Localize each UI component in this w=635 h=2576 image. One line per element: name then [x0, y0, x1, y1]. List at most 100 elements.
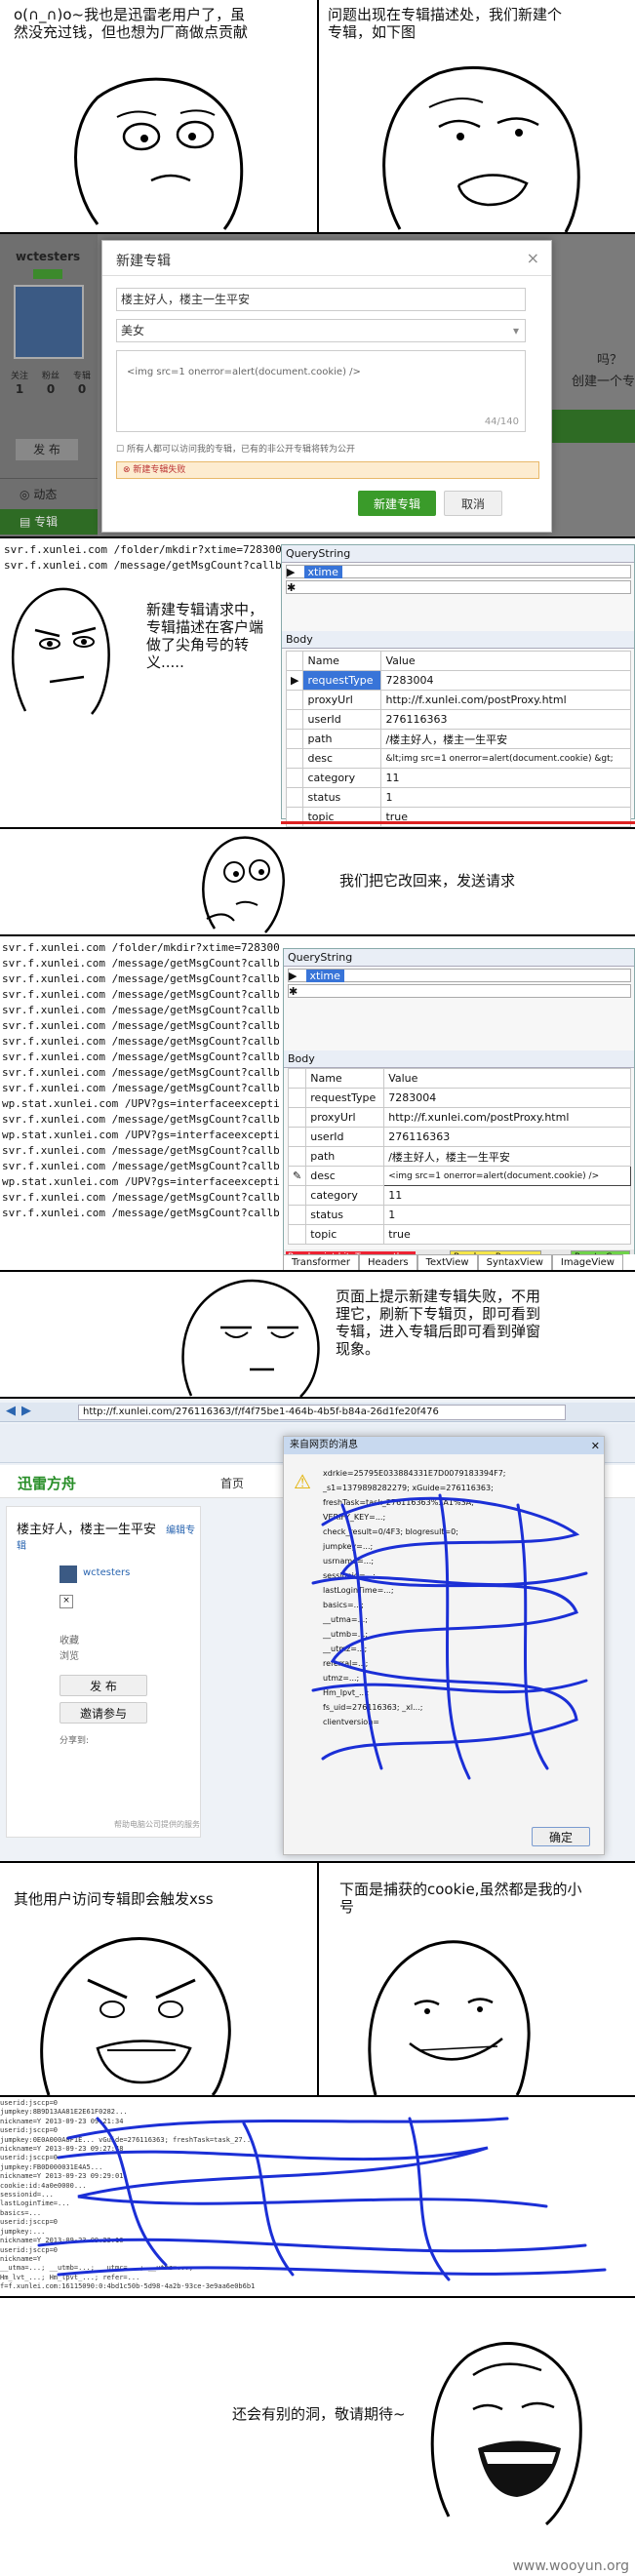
stat-count-fans: 0 [46, 382, 56, 396]
dialog-title: 新建专辑 [116, 254, 171, 269]
tab-transformer[interactable]: Transformer [283, 1254, 360, 1270]
table-row: status 1 [285, 787, 631, 808]
query-name-xtime[interactable]: xtime [303, 566, 342, 578]
panel9-caption: 还会有别的洞，敬请期待~ [232, 2405, 406, 2423]
address-input[interactable]: http://f.xunlei.com/276116363/f/f4f75be1… [78, 1405, 566, 1420]
nav-albums[interactable]: ▤ 专辑 [0, 509, 98, 535]
session-row[interactable]: svr.f.xunlei.com /folder/mkdir?xtime=728… [2, 940, 279, 956]
nav-activity[interactable]: ◎ 动态 [20, 486, 57, 502]
tab-textview[interactable]: TextView [417, 1254, 478, 1270]
rage-face-skeptical [11, 587, 110, 715]
invite-button[interactable]: 邀请参与 [60, 1702, 147, 1724]
rage-face-bored [181, 1279, 320, 1397]
alert-ok-button[interactable]: 确定 [532, 1827, 590, 1846]
session-row[interactable]: svr.f.xunlei.com /message/getMsgCount?ca… [2, 1050, 279, 1065]
tab-imageview[interactable]: ImageView [551, 1254, 623, 1270]
table-row: ▶ requestType 7283004 [285, 670, 631, 691]
publish-button[interactable]: 发 布 [16, 439, 78, 460]
stat-label-fans: 粉丝 [41, 372, 60, 381]
album-desc-textarea[interactable]: <img src=1 onerror=alert(document.cookie… [116, 350, 526, 432]
nav-home[interactable]: 首页 [220, 1475, 244, 1491]
profile-username[interactable]: wctesters [16, 250, 80, 263]
panel6-caption: 页面上提示新建专辑失败，不用理它，刷新下专辑页，即可看到专辑，进入专辑后即可看到… [336, 1288, 541, 1358]
session-row[interactable]: svr.f.xunlei.com /message/getMsgCount?ca… [2, 1190, 279, 1206]
rage-face-angry [40, 1937, 231, 2095]
panel4-caption: 我们把它改回来，发送请求 [339, 872, 516, 890]
session-row[interactable]: svr.f.xunlei.com /message/getMsgCount?ca… [2, 1143, 279, 1159]
error-bar: ⊗ 新建专辑失败 [116, 461, 539, 479]
table-row: status 1 [287, 1205, 631, 1225]
stat-count-follow: 1 [15, 382, 24, 396]
table-row: path/楼主好人，楼主一生平安 [285, 729, 631, 749]
comic-panel-4: 我们把它改回来，发送请求 [0, 827, 635, 934]
stat-count-albums: 0 [77, 382, 87, 396]
cancel-button[interactable]: 取消 [444, 491, 502, 516]
session-row[interactable]: svr.f.xunlei.com /message/getMsgCount?ca… [2, 1206, 279, 1221]
broken-image-icon: × [60, 1595, 73, 1608]
profile-sidebar: wctesters 关注 粉丝 专辑 1 0 0 发 布 ◎ 动态 ▤ 专辑 [0, 234, 98, 536]
table-row: topic true [287, 1224, 631, 1245]
album-owner[interactable]: wctesters [83, 1567, 130, 1578]
rage-face-yao-ming [430, 2342, 582, 2526]
album-card: 楼主好人，楼主一生平安 编辑专辑 wctesters × 收藏 浏览 发 布 邀… [6, 1506, 201, 1838]
category-select[interactable]: 美女 ▾ [116, 319, 526, 342]
session-row[interactable]: wp.stat.xunlei.com /UPV?gs=interfaceexce… [2, 1174, 279, 1190]
publish-button[interactable]: 发 布 [60, 1675, 147, 1696]
table-row: category 11 [287, 1185, 631, 1206]
share-label: 分享到: [60, 1736, 90, 1746]
alert-titlebar: 来自网页的消息 ✕ [284, 1437, 604, 1454]
querystring-header: QueryString [282, 545, 634, 563]
session-list: svr.f.xunlei.com /folder/mkdir?xtime=728… [2, 940, 279, 1221]
forward-icon[interactable]: ▶ [21, 1404, 31, 1418]
body-header: Body [284, 1050, 634, 1068]
table-row: requestType 7283004 [287, 1088, 631, 1108]
close-icon[interactable]: × [527, 249, 539, 267]
tab-headers[interactable]: Headers [359, 1254, 417, 1270]
session-row[interactable]: svr.f.xunlei.com /message/getMsgCount?ca… [2, 1159, 279, 1174]
session-row[interactable]: svr.f.xunlei.com /message/getMsgCount?ca… [2, 1065, 279, 1081]
session-row[interactable]: svr.f.xunlei.com /message/getMsgCount?ca… [2, 971, 279, 987]
session-row[interactable]: svr.f.xunlei.com /message/getMsgCount?ca… [2, 1003, 279, 1018]
new-album-dialog: 新建专辑 × 楼主好人，楼主一生平安 美女 ▾ <img src=1 onerr… [101, 240, 552, 533]
watermark: www.wooyun.org [512, 2558, 629, 2574]
session-row[interactable]: svr.f.xunlei.com /message/getMsgCount?ca… [2, 987, 279, 1003]
comic-panel-2: wctesters 关注 粉丝 专辑 1 0 0 发 布 ◎ 动态 ▤ 专辑 吗… [0, 232, 635, 536]
session-list: svr.f.xunlei.com /folder/mkdir?xtime=728… [4, 542, 314, 574]
avatar[interactable] [60, 1565, 77, 1583]
avatar[interactable] [14, 285, 84, 359]
session-row[interactable]: wp.stat.xunlei.com /UPV?gs=interfaceexce… [2, 1096, 279, 1112]
album-name-input[interactable]: 楼主好人，楼主一生平安 [116, 288, 526, 311]
back-icon[interactable]: ◀ [6, 1404, 16, 1418]
bg-fragment-2: 创建一个专辑 [572, 375, 635, 389]
session-row[interactable]: svr.f.xunlei.com /message/getMsgCount?ca… [2, 1081, 279, 1096]
session-row[interactable]: svr.f.xunlei.com /message/getMsgCount?ca… [2, 1034, 279, 1050]
dialog-header: 新建专辑 × [102, 241, 551, 276]
table-row: userId 276116363 [287, 1127, 631, 1147]
create-album-button[interactable]: 新建专辑 [358, 491, 436, 516]
session-row[interactable]: svr.f.xunlei.com /message/getMsgCount?ca… [4, 558, 314, 574]
footer-text: 帮助电脑公司提供的服务 [114, 1820, 200, 1829]
session-row[interactable]: svr.f.xunlei.com /folder/mkdir?xtime=728… [4, 542, 288, 558]
rage-face-thinking [202, 836, 285, 933]
session-row[interactable]: wp.stat.xunlei.com /UPV?gs=interfaceexce… [2, 1128, 279, 1143]
table-row: desc &lt;img src=1 onerror=alert(document… [285, 748, 631, 769]
site-logo[interactable]: 迅雷方舟 [18, 1473, 76, 1493]
checkbox-icon[interactable]: ☐ [116, 445, 124, 455]
session-row[interactable]: svr.f.xunlei.com /message/getMsgCount?ca… [2, 956, 279, 971]
tab-syntaxview[interactable]: SyntaxView [477, 1254, 552, 1270]
query-name-xtime[interactable]: xtime [305, 970, 344, 982]
profile-badge [33, 269, 62, 279]
body-header: Body [282, 631, 634, 649]
comic-panel-7: ◀ ▶ http://f.xunlei.com/276116363/f/f4f7… [0, 1397, 635, 1861]
rage-face-right [382, 65, 580, 232]
stat-views: 浏览 [60, 1651, 79, 1662]
comic-panel-6: 页面上提示新建专辑失败，不用理它，刷新下专辑页，即可看到专辑，进入专辑后即可看到… [0, 1270, 635, 1397]
comic-panel-8: 其他用户访问专辑即会触发xss 下面是捕获的cookie,虽然都是我的小号 [0, 1861, 635, 2095]
close-icon[interactable]: ✕ [591, 1438, 600, 1455]
bg-green-button [546, 410, 635, 443]
body-table: Name Value requestType 7283004 proxyUrl htt… [287, 1068, 631, 1245]
log-divider [0, 2296, 635, 2298]
red-line [281, 821, 635, 824]
session-row[interactable]: svr.f.xunlei.com /message/getMsgCount?ca… [2, 1018, 279, 1034]
session-row[interactable]: svr.f.xunlei.com /message/getMsgCount?ca… [2, 1112, 279, 1128]
